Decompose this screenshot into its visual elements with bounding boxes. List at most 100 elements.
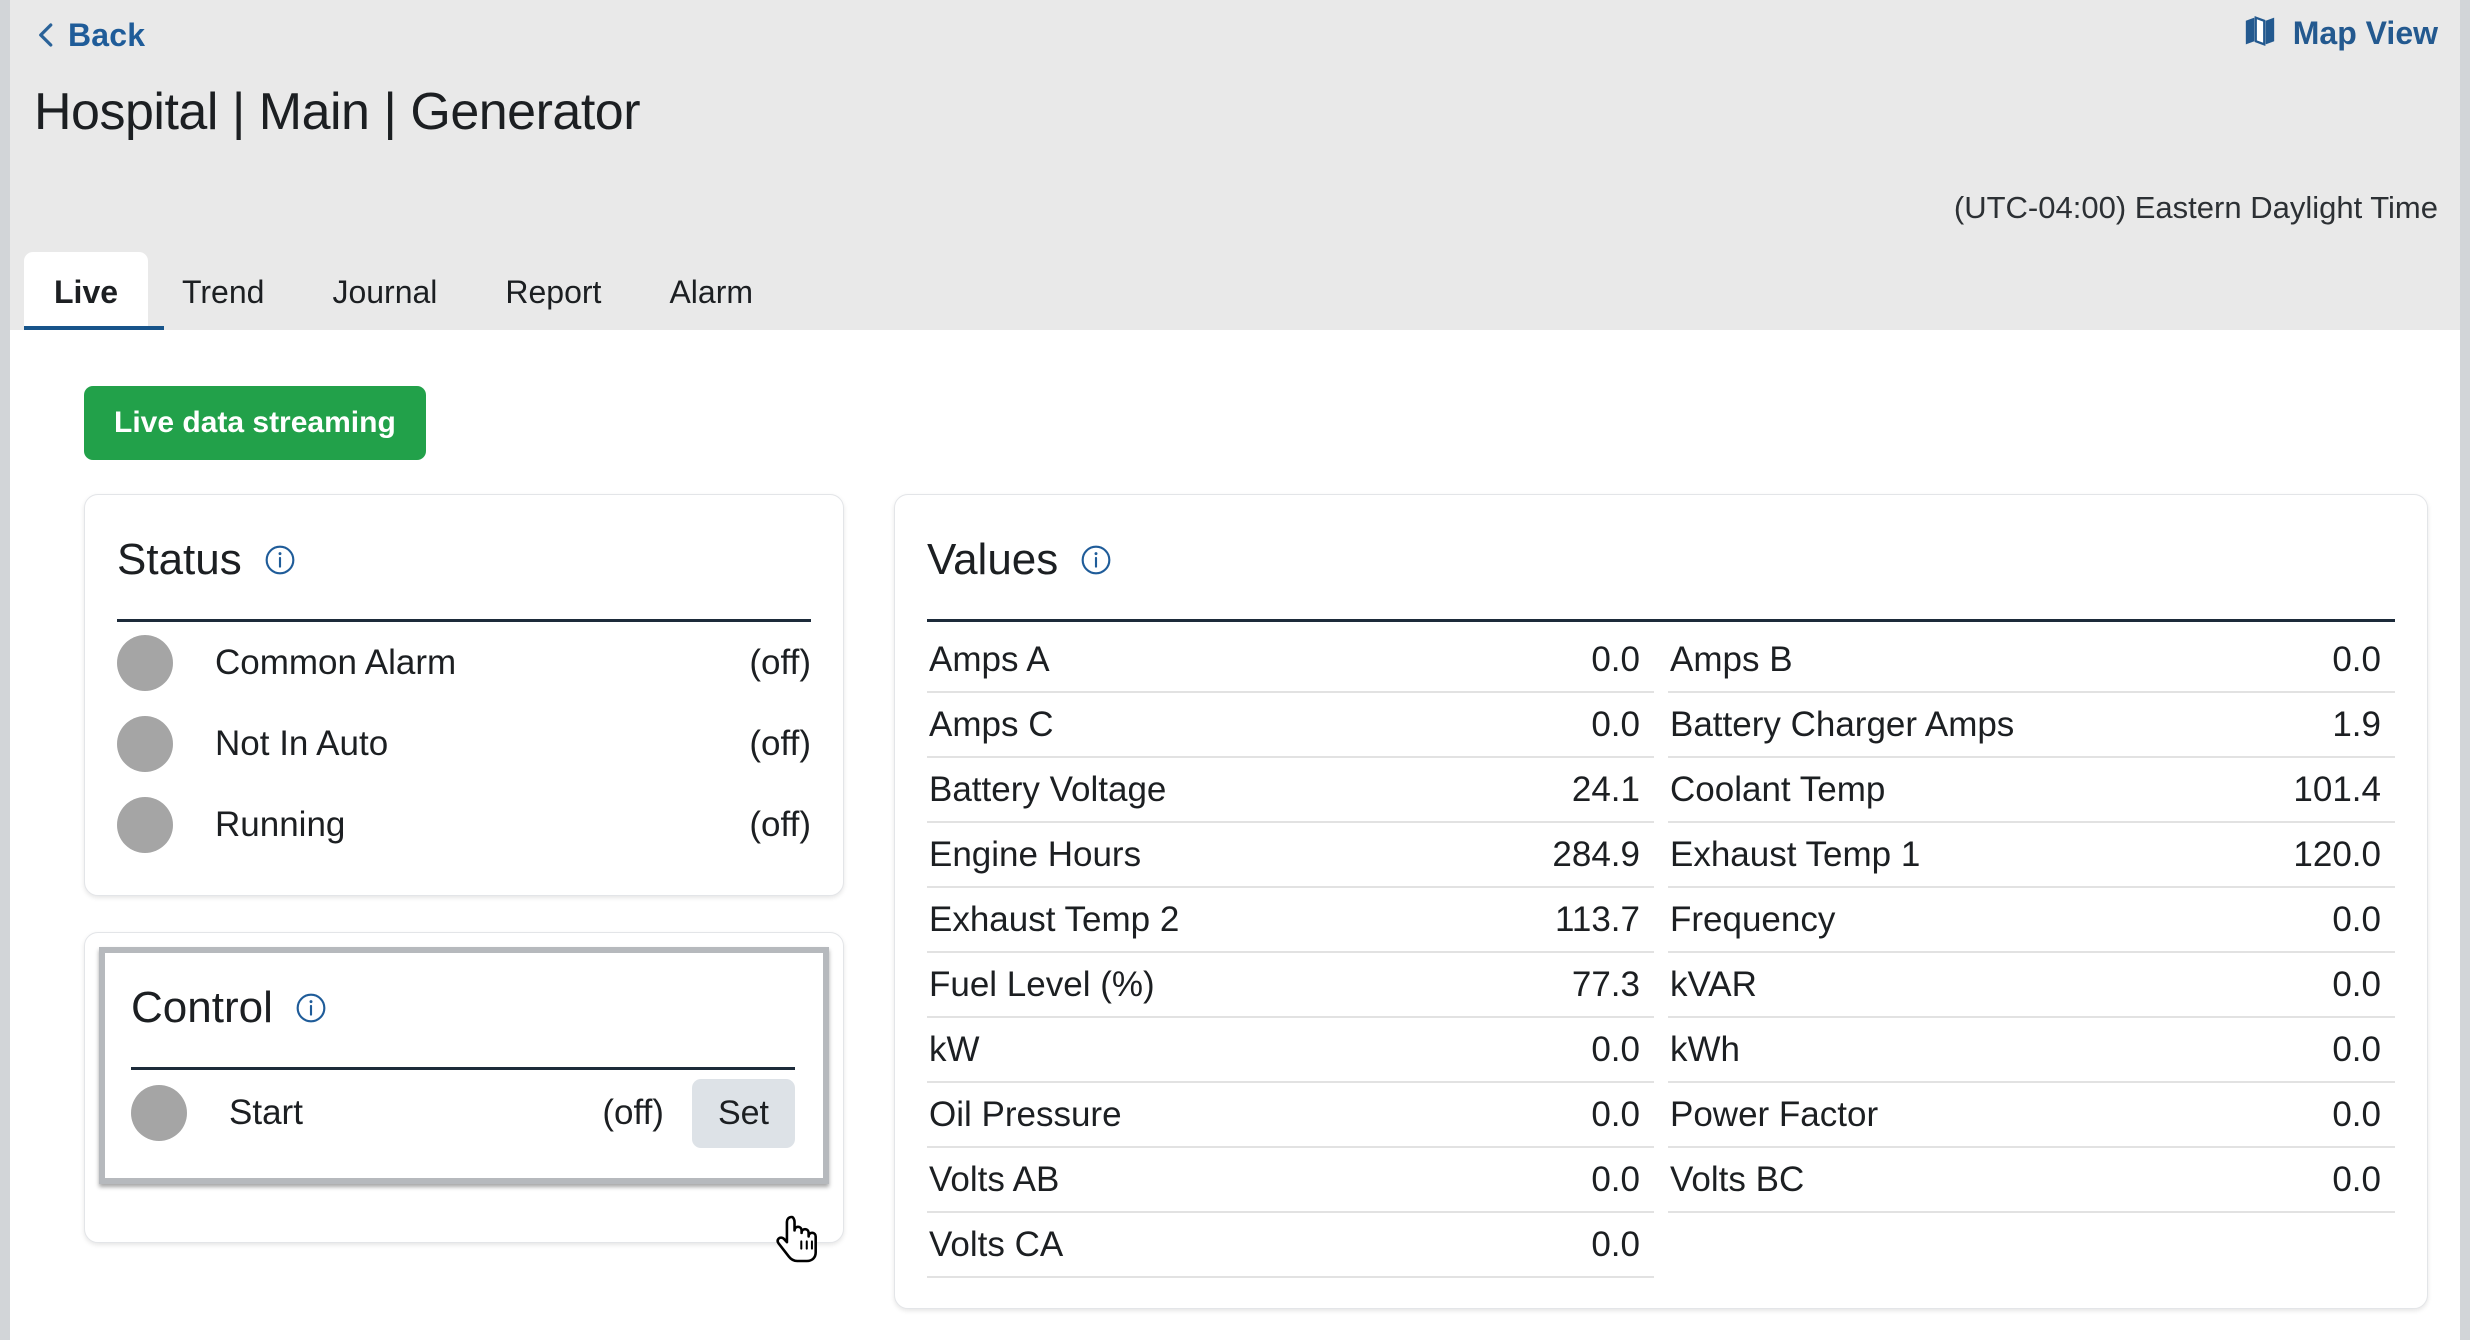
status-row: Running (off) [117,784,811,865]
value-row-label: Battery Charger Amps [1670,705,2014,745]
value-row: Exhaust Temp 2 113.7 [927,888,1654,953]
value-row-label: Oil Pressure [929,1095,1122,1135]
value-row: kWh 0.0 [1668,1018,2395,1083]
content-columns: Status Common Alarm (o [84,494,2438,1309]
value-row-label: Volts BC [1670,1160,1804,1200]
timezone-label: (UTC-04:00) Eastern Daylight Time [1954,190,2438,226]
status-row-label: Common Alarm [215,643,456,683]
value-row-label: Coolant Temp [1670,770,1885,810]
value-row-value: 0.0 [1591,1030,1640,1070]
value-row-value: 0.0 [1591,1225,1640,1265]
value-row-value: 1.9 [2332,705,2381,745]
value-row-value: 113.7 [1555,900,1640,940]
value-row-value: 77.3 [1572,965,1640,1005]
value-row-label: kWh [1670,1030,1740,1070]
value-row-value: 101.4 [2293,770,2381,810]
app-page: Back Map View Hospital | Main | Generato… [0,0,2470,1340]
value-row-value: 0.0 [1591,705,1640,745]
value-row-value: 0.0 [2332,1160,2381,1200]
status-card: Status Common Alarm (o [84,494,844,896]
status-row: Not In Auto (off) [117,703,811,784]
tab-live[interactable]: Live [24,252,148,330]
value-row-label: Amps C [929,705,1053,745]
status-lamp-icon [117,716,173,772]
back-button[interactable]: Back [32,17,145,54]
value-row: Amps A 0.0 [927,628,1654,693]
value-row-label: Volts CA [929,1225,1063,1265]
value-row-value: 120.0 [2293,835,2381,875]
value-row-value: 24.1 [1572,770,1640,810]
values-card: Values Amps A 0.0 Amps C 0.0 Battery Voltage… [894,494,2428,1309]
value-row-label: kVAR [1670,965,1757,1005]
value-row-spacer [1668,1213,2395,1278]
values-card-header: Values [927,529,2395,585]
map-view-label: Map View [2293,15,2438,52]
live-data-streaming-button[interactable]: Live data streaming [84,386,426,460]
status-row: Common Alarm (off) [117,622,811,703]
tab-journal[interactable]: Journal [298,252,471,330]
page-header: Back Map View Hospital | Main | Generato… [10,0,2460,330]
value-row: Engine Hours 284.9 [927,823,1654,888]
value-row-label: Engine Hours [929,835,1141,875]
value-row: Fuel Level (%) 77.3 [927,953,1654,1018]
control-row-value: (off) [602,1093,664,1133]
values-card-title: Values [927,535,1058,585]
page-title: Hospital | Main | Generator [34,82,2438,142]
status-lamp-icon [117,635,173,691]
value-row-label: Frequency [1670,900,1835,940]
value-row-label: Exhaust Temp 1 [1670,835,1920,875]
status-card-header: Status [117,529,811,585]
control-card-title: Control [131,983,273,1033]
control-row-label: Start [229,1093,303,1133]
value-row: kW 0.0 [927,1018,1654,1083]
left-column: Status Common Alarm (o [84,494,844,1243]
set-button[interactable]: Set [692,1079,795,1148]
value-row: Battery Voltage 24.1 [927,758,1654,823]
right-column: Values Amps A 0.0 Amps C 0.0 Battery Voltage… [894,494,2428,1309]
status-lamp-icon [117,797,173,853]
value-row-label: Battery Voltage [929,770,1166,810]
info-icon[interactable] [1080,544,1112,576]
status-row-value: (off) [749,643,811,683]
tab-report[interactable]: Report [471,252,635,330]
value-row-value: 284.9 [1552,835,1640,875]
map-icon [2243,14,2277,53]
value-row-label: Amps A [929,640,1050,680]
value-row: Power Factor0.0 [1668,1083,2395,1148]
values-grid: Amps A 0.0 Amps C 0.0 Battery Voltage 24.1 Eng… [927,628,2395,1278]
value-row-label: Exhaust Temp 2 [929,900,1179,940]
value-row-value: 0.0 [2332,640,2381,680]
back-label: Back [68,17,145,54]
map-view-button[interactable]: Map View [2243,14,2438,53]
values-right-column: Amps B0.0 Battery Charger Amps 1.9 Coolant … [1668,628,2395,1278]
value-row-value: 0.0 [1591,640,1640,680]
value-row: Volts AB0.0 [927,1148,1654,1213]
page-body: Live data streaming Status [10,330,2460,1309]
value-row: Frequency0.0 [1668,888,2395,953]
value-row-label: Fuel Level (%) [929,965,1155,1005]
tab-trend[interactable]: Trend [148,252,298,330]
value-row-label: Power Factor [1670,1095,1878,1135]
status-card-title: Status [117,535,242,585]
tab-alarm[interactable]: Alarm [635,252,787,330]
value-row: Coolant Temp 101.4 [1668,758,2395,823]
value-row: Battery Charger Amps 1.9 [1668,693,2395,758]
value-row: Exhaust Temp 1 120.0 [1668,823,2395,888]
control-card-footer-space [85,1198,843,1242]
control-lamp-icon [131,1085,187,1141]
control-row: Start (off) Set [131,1070,795,1156]
info-icon[interactable] [295,992,327,1024]
value-row: Oil Pressure 0.0 [927,1083,1654,1148]
value-row: Amps B0.0 [1668,628,2395,693]
value-row-value: 0.0 [1591,1095,1640,1135]
control-card: Control St [84,932,844,1243]
tab-bar: Live Trend Journal Report Alarm [24,230,787,330]
status-row-value: (off) [749,724,811,764]
status-row-label: Running [215,805,345,845]
value-row-value: 0.0 [2332,1030,2381,1070]
value-row: kVAR0.0 [1668,953,2395,1018]
values-left-column: Amps A 0.0 Amps C 0.0 Battery Voltage 24.1 Eng… [927,628,1654,1278]
control-card-header: Control [131,977,795,1033]
info-icon[interactable] [264,544,296,576]
value-row-label: kW [929,1030,980,1070]
